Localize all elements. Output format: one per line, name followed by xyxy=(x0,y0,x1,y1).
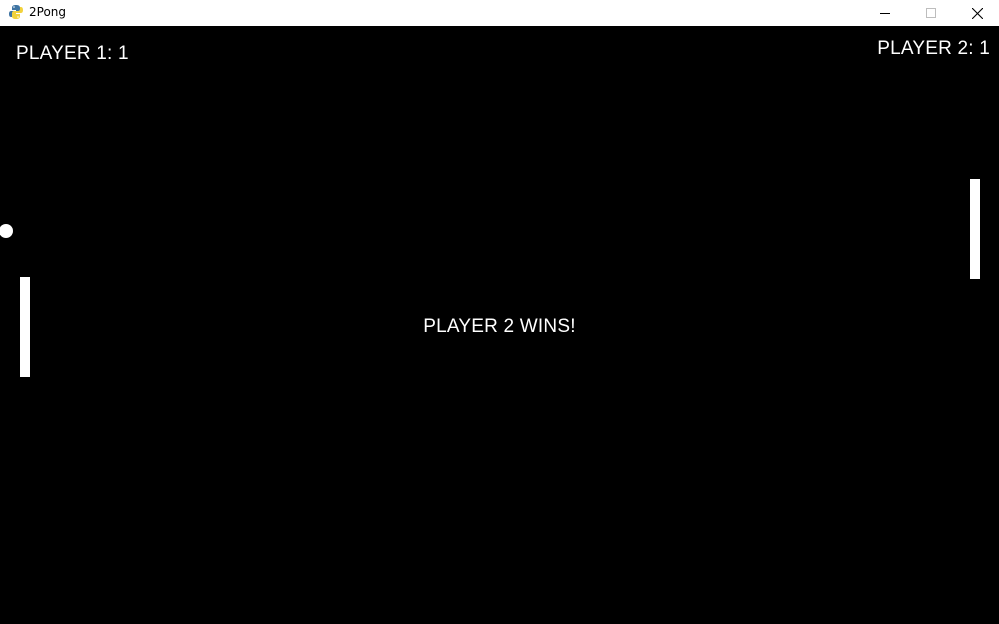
maximize-icon xyxy=(926,8,936,18)
close-icon xyxy=(971,7,983,19)
title-bar[interactable]: 2Pong xyxy=(0,0,999,26)
right-paddle xyxy=(970,179,980,279)
minimize-icon xyxy=(880,13,890,14)
close-button[interactable] xyxy=(954,0,999,26)
game-canvas[interactable]: PLAYER 1: 1 PLAYER 2: 1 PLAYER 2 WINS! xyxy=(0,27,999,624)
minimize-button[interactable] xyxy=(862,0,908,26)
window-title: 2Pong xyxy=(29,5,67,19)
maximize-button[interactable] xyxy=(908,0,954,26)
player2-score: PLAYER 2: 1 xyxy=(877,38,990,59)
player1-score: PLAYER 1: 1 xyxy=(16,43,129,64)
ball xyxy=(0,224,13,238)
game-window: 2Pong PLAYER 1: 1 PLAYER 2: 1 PLAYER 2 W… xyxy=(0,0,999,624)
python-icon xyxy=(8,4,24,20)
winner-message: PLAYER 2 WINS! xyxy=(423,316,576,337)
